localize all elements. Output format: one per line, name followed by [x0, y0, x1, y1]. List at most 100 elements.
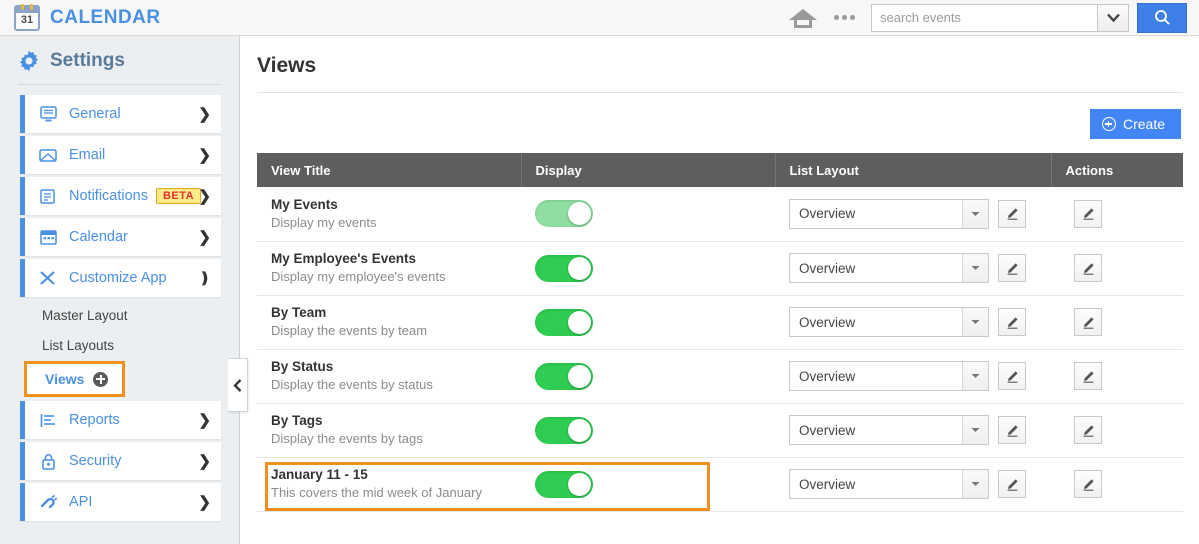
sidebar-item-customize-app[interactable]: Customize App ❫	[20, 259, 221, 297]
calendar-icon: 31	[14, 3, 40, 31]
top-bar-actions	[786, 2, 1199, 33]
view-title: By Tags	[271, 413, 323, 429]
table-row[interactable]: By Status Display the events by status O…	[257, 349, 1183, 404]
sidebar-subitem-label: Master Layout	[42, 307, 128, 323]
row-edit-button[interactable]	[1074, 362, 1102, 390]
search-icon	[1154, 10, 1170, 25]
list-layout-cell: Overview	[775, 295, 1051, 350]
chevron-left-icon	[233, 378, 242, 392]
sidebar-collapse-handle[interactable]	[228, 358, 248, 412]
status-badge: BETA	[155, 188, 202, 204]
list-layout-select[interactable]: Overview	[789, 307, 989, 337]
sidebar-item-label: Email	[69, 147, 106, 163]
chart-bars-icon	[37, 413, 59, 428]
list-layout-edit-button[interactable]	[998, 254, 1026, 282]
table-row[interactable]: My Events Display my events Overview	[257, 187, 1183, 242]
table-body: My Events Display my events Overview My …	[257, 187, 1183, 512]
list-layout-value: Overview	[799, 206, 856, 222]
list-layout-edit-button[interactable]	[998, 416, 1026, 444]
sidebar-subitem-label: List Layouts	[42, 337, 115, 353]
plug-icon	[37, 494, 59, 510]
display-toggle[interactable]	[535, 200, 593, 228]
column-list-layout: List Layout	[775, 153, 1052, 187]
sidebar-item-general[interactable]: General ❯	[20, 95, 221, 133]
display-cell	[521, 403, 775, 458]
table-row[interactable]: My Employee's Events Display my employee…	[257, 241, 1183, 296]
list-layout-value: Overview	[799, 476, 856, 492]
top-bar: 31 CALENDAR	[0, 0, 1199, 36]
sidebar-subitem-master-layout[interactable]: Master Layout	[20, 300, 221, 330]
chevron-down-icon	[962, 254, 988, 282]
sidebar-header: Settings	[0, 36, 239, 80]
sidebar-item-reports[interactable]: Reports ❯	[20, 401, 221, 439]
view-title-cell: My Employee's Events Display my employee…	[257, 241, 521, 296]
table-row[interactable]: By Tags Display the events by tags Overv…	[257, 403, 1183, 458]
list-layout-select[interactable]: Overview	[789, 415, 989, 445]
actions-cell	[1051, 403, 1183, 458]
display-toggle[interactable]	[535, 308, 593, 336]
view-description: Display the events by team	[271, 323, 428, 339]
sidebar-item-email[interactable]: Email ❯	[20, 136, 221, 174]
display-cell	[521, 349, 775, 404]
pencil-icon	[1083, 370, 1094, 383]
chevron-right-icon: ❯	[198, 412, 211, 429]
list-layout-select[interactable]: Overview	[789, 198, 989, 229]
view-title: January 11 - 15	[271, 467, 368, 483]
table-row[interactable]: By Team Display the events by team Overv…	[257, 295, 1183, 350]
row-edit-button[interactable]	[1074, 416, 1102, 444]
sidebar-nav: General ❯ Email ❯ Notifications BETA ❯ C…	[0, 95, 239, 521]
home-icon[interactable]	[786, 3, 820, 33]
display-toggle[interactable]	[535, 470, 593, 498]
display-toggle[interactable]	[535, 254, 593, 282]
brand[interactable]: 31 CALENDAR	[14, 3, 161, 31]
sidebar-item-calendar[interactable]: Calendar ❯	[20, 218, 221, 256]
display-toggle[interactable]	[535, 416, 593, 444]
view-title-cell: By Status Display the events by status	[257, 349, 521, 404]
sidebar-item-label: Calendar	[69, 229, 128, 245]
row-edit-button[interactable]	[1074, 254, 1102, 282]
plus-circle-icon[interactable]	[93, 371, 109, 387]
sidebar-item-api[interactable]: API ❯	[20, 483, 221, 521]
create-button-label: Create	[1122, 116, 1165, 132]
search-button[interactable]	[1137, 2, 1187, 33]
chevron-down-icon	[962, 470, 988, 498]
list-layout-edit-button[interactable]	[998, 308, 1026, 336]
monitor-icon	[37, 106, 59, 122]
list-layout-edit-button[interactable]	[998, 362, 1026, 390]
list-layout-select[interactable]: Overview	[789, 253, 989, 283]
actions-cell	[1051, 457, 1183, 512]
sidebar-item-security[interactable]: Security ❯	[20, 442, 221, 480]
view-title: By Status	[271, 359, 334, 375]
chevron-right-icon: ❯	[198, 229, 211, 246]
ellipsis-icon[interactable]	[834, 15, 855, 20]
list-layout-edit-button[interactable]	[998, 199, 1026, 228]
list-layout-value: Overview	[799, 260, 856, 276]
list-layout-edit-button[interactable]	[998, 470, 1026, 498]
divider	[18, 84, 221, 85]
pencil-icon	[1007, 208, 1018, 220]
display-toggle[interactable]	[535, 362, 593, 390]
view-title: My Employee's Events	[271, 251, 417, 267]
toolbar: Create	[241, 93, 1199, 139]
search-input[interactable]	[871, 3, 1097, 32]
pencil-icon	[1083, 262, 1094, 275]
sidebar-item-notifications[interactable]: Notifications BETA ❯	[20, 177, 221, 215]
sidebar-subitem-views[interactable]: Views	[24, 361, 125, 397]
gear-icon	[18, 50, 40, 72]
row-edit-button[interactable]	[1074, 308, 1102, 336]
view-title-cell: By Team Display the events by team	[257, 295, 521, 350]
sidebar-subitem-list-layouts[interactable]: List Layouts	[20, 330, 221, 360]
chevron-down-icon[interactable]	[1097, 3, 1129, 32]
list-layout-select[interactable]: Overview	[789, 469, 989, 499]
list-layout-select[interactable]: Overview	[789, 361, 989, 391]
row-edit-button[interactable]	[1074, 199, 1102, 228]
app-title: CALENDAR	[50, 6, 161, 28]
app-root: 31 CALENDAR search events Settings Gener…	[0, 0, 1199, 544]
create-button[interactable]: Create	[1089, 109, 1181, 139]
list-layout-value: Overview	[799, 422, 856, 438]
column-actions: Actions	[1051, 153, 1183, 187]
table-row[interactable]: January 11 - 15 This covers the mid week…	[257, 457, 1183, 512]
view-description: Display the events by tags	[271, 431, 423, 447]
view-description: Display the events by status	[271, 377, 433, 393]
row-edit-button[interactable]	[1074, 470, 1102, 498]
